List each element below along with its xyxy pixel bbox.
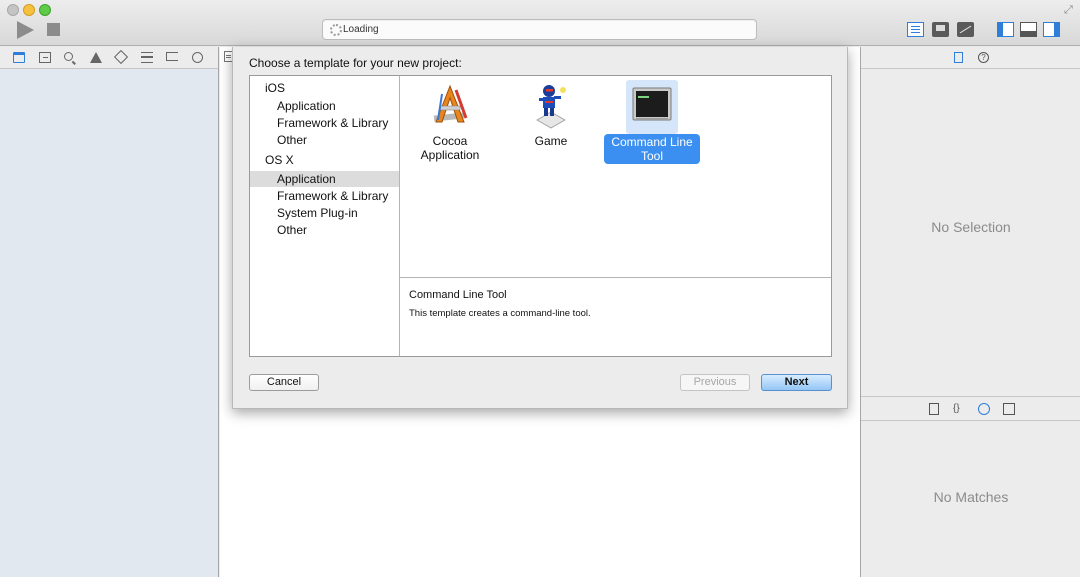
template-command-line-tool[interactable]: Command Line Tool <box>602 80 702 166</box>
template-game[interactable]: Game <box>501 82 601 166</box>
category-ios-framework-library[interactable]: Framework & Library <box>250 115 399 131</box>
category-ios-other[interactable]: Other <box>250 132 399 148</box>
issue-navigator-icon[interactable] <box>90 52 102 63</box>
sheet-title: Choose a template for your new project: <box>249 56 462 70</box>
media-library-icon[interactable] <box>1003 403 1015 415</box>
file-template-library-icon[interactable] <box>929 403 939 415</box>
template-cocoa-application[interactable]: Cocoa Application <box>400 82 500 166</box>
inspector-selector-bar: ? <box>861 47 1080 69</box>
zoom-window-button[interactable] <box>39 4 51 16</box>
debug-navigator-icon[interactable] <box>141 52 153 63</box>
toolbar: Loading ⤢ <box>0 0 1080 46</box>
minimize-window-button[interactable] <box>23 4 35 16</box>
template-label: Cocoa Application <box>400 134 500 162</box>
category-header-ios: iOS <box>265 81 286 95</box>
template-label-line1: Cocoa <box>432 134 468 148</box>
category-osx-application[interactable]: Application <box>250 171 399 187</box>
toggle-utilities-icon[interactable] <box>1043 22 1060 37</box>
inspector-empty-state: No Selection <box>931 219 1011 235</box>
code-snippet-library-icon[interactable]: {} <box>953 403 965 415</box>
project-navigator-icon[interactable] <box>13 52 25 63</box>
description-title: Command Line Tool <box>409 289 507 301</box>
cancel-button[interactable]: Cancel <box>249 374 319 391</box>
template-description: Command Line Tool This template creates … <box>400 278 831 356</box>
next-button[interactable]: Next <box>761 374 832 391</box>
close-window-button[interactable] <box>7 4 19 16</box>
version-editor-icon[interactable] <box>957 22 974 37</box>
activity-viewer: Loading <box>322 19 757 40</box>
navigator-panel <box>0 47 219 577</box>
new-project-sheet: Choose a template for your new project: … <box>232 47 848 409</box>
stop-icon[interactable] <box>47 23 60 36</box>
template-label-line2: Tool <box>640 149 663 163</box>
symbol-navigator-icon[interactable] <box>39 52 51 63</box>
standard-editor-icon[interactable] <box>907 22 924 37</box>
test-navigator-icon[interactable] <box>113 49 129 65</box>
spinner-icon <box>330 24 342 36</box>
find-navigator-icon[interactable] <box>64 52 73 61</box>
terminal-icon <box>632 87 672 121</box>
library-empty-state: No Matches <box>933 489 1009 505</box>
navigator-selector-bar <box>0 47 218 69</box>
library-selector-bar: {} <box>861 396 1080 421</box>
template-label: Command Line Tool <box>604 134 700 164</box>
template-label-line1: Command Line <box>611 135 693 149</box>
file-inspector-icon[interactable] <box>954 52 963 63</box>
previous-button[interactable]: Previous <box>680 374 750 391</box>
game-icon <box>536 85 566 129</box>
log-navigator-icon[interactable] <box>192 52 203 63</box>
cocoa-app-icon <box>433 84 468 123</box>
template-label-line2: Application <box>420 148 480 162</box>
fullscreen-icon[interactable]: ⤢ <box>1064 4 1076 16</box>
object-library-icon[interactable] <box>978 403 990 415</box>
category-osx-framework-library[interactable]: Framework & Library <box>250 188 399 204</box>
run-icon[interactable] <box>17 21 34 39</box>
category-header-osx: OS X <box>265 153 294 167</box>
template-label-line1: Game <box>534 134 568 148</box>
category-osx-system-plugin[interactable]: System Plug-in <box>250 205 399 221</box>
template-chooser: iOS Application Framework & Library Othe… <box>249 75 832 357</box>
activity-status: Loading <box>343 24 379 35</box>
template-category-list: iOS Application Framework & Library Othe… <box>250 76 400 356</box>
utilities-panel: ? No Selection {} No Matches <box>860 47 1080 577</box>
description-text: This template creates a command-line too… <box>409 308 591 319</box>
toggle-navigator-icon[interactable] <box>997 22 1014 37</box>
category-ios-application[interactable]: Application <box>250 98 399 114</box>
quick-help-icon[interactable]: ? <box>978 52 989 63</box>
template-label: Game <box>501 134 601 148</box>
toggle-debug-area-icon[interactable] <box>1020 22 1037 37</box>
assistant-editor-icon[interactable] <box>932 22 949 37</box>
template-grid: Cocoa Application Game Command Line Tool <box>400 76 831 278</box>
category-osx-other[interactable]: Other <box>250 222 399 238</box>
breakpoint-navigator-icon[interactable] <box>166 52 178 61</box>
